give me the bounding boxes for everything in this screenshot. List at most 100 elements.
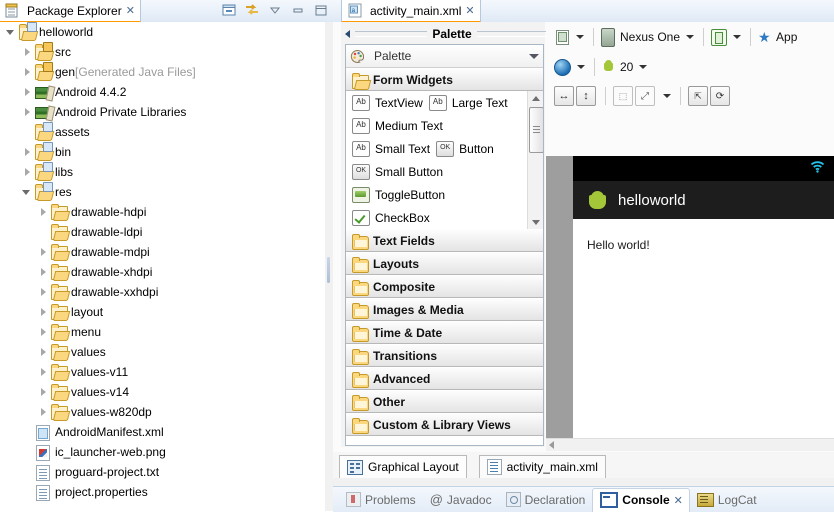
distribute-dropdown-icon[interactable] [663, 94, 671, 98]
table-row[interactable]: values-v11 [0, 362, 325, 382]
palette-topbar[interactable]: Palette [346, 45, 543, 68]
table-row[interactable]: menu [0, 322, 325, 342]
refresh-button[interactable]: ⟳ [710, 86, 730, 106]
preview-horizontal-scrollbar[interactable] [546, 438, 834, 451]
table-row[interactable]: Android Private Libraries [0, 102, 325, 122]
scroll-left-icon[interactable] [549, 441, 554, 449]
palette-menu-icon[interactable] [529, 53, 539, 59]
table-row[interactable]: res [0, 182, 325, 202]
globe-icon[interactable] [554, 58, 571, 76]
preview-hello-text[interactable]: Hello world! [587, 238, 650, 252]
twisty-collapsed-icon[interactable] [22, 147, 33, 158]
twisty-expanded-icon[interactable] [22, 187, 33, 198]
table-row[interactable]: drawable-xxhdpi [0, 282, 325, 302]
tab-logcat[interactable]: LogCat [690, 488, 764, 511]
tab-activity-main-xml[interactable]: activity_main.xml [478, 455, 606, 478]
tab-javadoc[interactable]: @ Javadoc [423, 488, 499, 511]
scrollbar-thumb[interactable] [529, 107, 543, 153]
list-item[interactable]: Ab Small Text OK Button [346, 137, 527, 160]
palette-item-small-button[interactable]: OK Small Button [352, 163, 443, 180]
orientation-dropdown-icon[interactable] [733, 35, 742, 39]
table-row[interactable]: drawable-xhdpi [0, 262, 325, 282]
palette-category-advanced[interactable]: Advanced [346, 367, 543, 390]
twisty-collapsed-icon[interactable] [38, 327, 49, 338]
palette-item-large-text[interactable]: Ab Large Text [428, 94, 508, 111]
close-icon[interactable]: ✕ [126, 4, 135, 17]
vertical-sash[interactable] [325, 22, 333, 511]
layout-preview[interactable]: helloworld Hello world! [546, 156, 834, 438]
palette-item-textview[interactable]: Ab TextView [352, 94, 423, 111]
twisty-collapsed-icon[interactable] [38, 307, 49, 318]
palette-category-custom-library-views[interactable]: Custom & Library Views [346, 413, 543, 436]
scroll-up-icon[interactable] [528, 91, 543, 105]
maximize-icon[interactable] [313, 2, 329, 18]
preview-content[interactable]: Hello world! [573, 219, 834, 438]
twisty-collapsed-icon[interactable] [38, 367, 49, 378]
twisty-collapsed-icon[interactable] [22, 107, 33, 118]
collapse-all-icon[interactable] [221, 2, 237, 18]
api-dropdown-icon[interactable] [639, 65, 648, 69]
tab-graphical-layout[interactable]: Graphical Layout [339, 455, 467, 478]
table-row[interactable]: assets [0, 122, 325, 142]
tab-activity-main-xml[interactable]: a activity_main.xml ✕ [341, 0, 481, 23]
close-icon[interactable]: ✕ [674, 494, 683, 507]
table-row[interactable]: values [0, 342, 325, 362]
palette-category-transitions[interactable]: Transitions [346, 344, 543, 367]
palette-category-composite[interactable]: Composite [346, 275, 543, 298]
minimize-icon[interactable] [290, 2, 306, 18]
scroll-down-icon[interactable] [528, 215, 543, 229]
twisty-collapsed-icon[interactable] [38, 267, 49, 278]
view-menu-icon[interactable] [267, 2, 283, 18]
palette-item-checkbox[interactable]: CheckBox [352, 209, 430, 226]
project-tree[interactable]: helloworld src gen [Generated Java Files] An… [0, 22, 325, 511]
list-item[interactable]: Ab TextView Ab Large Text [346, 91, 527, 114]
table-row[interactable]: values-w820dp [0, 402, 325, 422]
twisty-expanded-icon[interactable] [6, 27, 17, 38]
twisty-collapsed-icon[interactable] [38, 347, 49, 358]
list-item[interactable]: CheckBox [346, 206, 527, 229]
fit-height-button[interactable]: ↕ [576, 86, 596, 106]
palette-item-medium-text[interactable]: Ab Medium Text [352, 117, 443, 134]
palette-category-layouts[interactable]: Layouts [346, 252, 543, 275]
palette-category-images-media[interactable]: Images & Media [346, 298, 543, 321]
tab-package-explorer[interactable]: Package Explorer ✕ [0, 0, 141, 23]
palette-category-form-widgets[interactable]: Form Widgets [346, 68, 543, 91]
table-row[interactable]: drawable-mdpi [0, 242, 325, 262]
palette-category-time-date[interactable]: Time & Date [346, 321, 543, 344]
tab-problems[interactable]: Problems [339, 488, 423, 511]
table-row[interactable]: libs [0, 162, 325, 182]
orientation-icon[interactable] [711, 28, 728, 46]
device-dropdown-icon[interactable] [686, 35, 695, 39]
config-dropdown-icon[interactable] [576, 35, 584, 39]
config-icon[interactable] [554, 29, 570, 45]
show-outline-button[interactable]: ⬚ [613, 86, 633, 106]
table-row[interactable]: Android 4.4.2 [0, 82, 325, 102]
horizontal-sash[interactable] [333, 478, 834, 486]
twisty-collapsed-icon[interactable] [22, 167, 33, 178]
table-row[interactable]: drawable-hdpi [0, 202, 325, 222]
distribute-button[interactable]: ⤢ [635, 86, 655, 106]
palette-category-text-fields[interactable]: Text Fields [346, 229, 543, 252]
preview-device-screen[interactable]: helloworld Hello world! [573, 156, 834, 438]
table-row[interactable]: project.properties [0, 482, 325, 502]
palette-category-other[interactable]: Other [346, 390, 543, 413]
table-row[interactable]: AndroidManifest.xml [0, 422, 325, 442]
list-item[interactable]: ToggleButton [346, 183, 527, 206]
table-row[interactable]: ic_launcher-web.png [0, 442, 325, 462]
link-with-editor-icon[interactable] [244, 2, 260, 18]
twisty-collapsed-icon[interactable] [22, 67, 33, 78]
list-item[interactable]: OK Small Button [346, 160, 527, 183]
locale-dropdown-icon[interactable] [577, 65, 585, 69]
palette-item-button[interactable]: OK Button [436, 140, 494, 157]
include-in-button[interactable]: ⇱ [688, 86, 708, 106]
twisty-collapsed-icon[interactable] [22, 87, 33, 98]
table-row[interactable]: src [0, 42, 325, 62]
fit-width-button[interactable]: ↔ [554, 86, 574, 106]
table-row[interactable]: proguard-project.txt [0, 462, 325, 482]
twisty-collapsed-icon[interactable] [38, 287, 49, 298]
table-row[interactable]: bin [0, 142, 325, 162]
table-row[interactable]: drawable-ldpi [0, 222, 325, 242]
palette-scrollbar[interactable] [527, 91, 543, 229]
twisty-collapsed-icon[interactable] [38, 247, 49, 258]
tab-declaration[interactable]: Declaration [499, 488, 593, 511]
